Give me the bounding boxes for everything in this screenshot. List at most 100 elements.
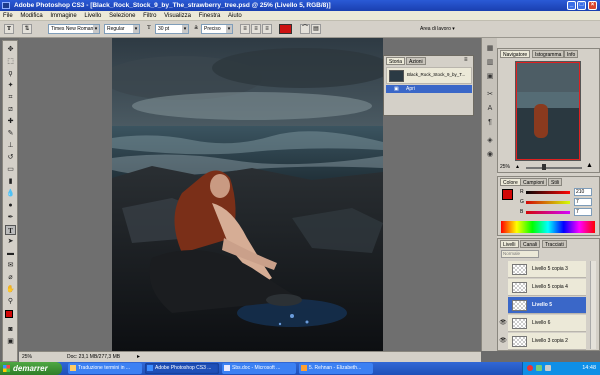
tab-colore[interactable]: Colore bbox=[500, 178, 521, 186]
slider-r[interactable] bbox=[526, 191, 570, 194]
menu-modifica[interactable]: Modifica bbox=[17, 11, 45, 21]
character-icon[interactable]: A bbox=[485, 104, 495, 114]
eye-icon[interactable]: 👁 bbox=[499, 333, 507, 350]
menu-filtro[interactable]: Filtro bbox=[140, 11, 159, 21]
dodge-tool-icon[interactable]: ● bbox=[5, 201, 16, 211]
blend-mode-select[interactable]: Normale bbox=[501, 250, 539, 258]
antialias-select[interactable]: Preciso ▾ bbox=[201, 24, 233, 34]
visibility-toggle[interactable] bbox=[499, 297, 507, 314]
tab-tracciati[interactable]: Tracciati bbox=[542, 240, 567, 248]
layer-comps-icon[interactable]: ▣ bbox=[485, 72, 495, 82]
task-photoshop[interactable]: Adobe Photoshop CS3 ... bbox=[145, 363, 219, 374]
actions-icon[interactable]: ✂ bbox=[485, 90, 495, 100]
character-panel-icon[interactable]: ▤ bbox=[311, 24, 321, 34]
magic-wand-tool-icon[interactable]: ✦ bbox=[5, 81, 16, 91]
navigator-view-box[interactable] bbox=[516, 62, 580, 160]
menu-immagine[interactable]: Immagine bbox=[47, 11, 79, 21]
hand-tool-icon[interactable]: ✋ bbox=[5, 285, 16, 295]
layer-row[interactable]: Livello 5 bbox=[508, 297, 586, 314]
gradient-tool-icon[interactable]: ▮ bbox=[5, 177, 16, 187]
text-orientation-icon[interactable]: ⇅ bbox=[22, 24, 32, 34]
crop-tool-icon[interactable]: ⌗ bbox=[5, 93, 16, 103]
lasso-tool-icon[interactable]: ϙ bbox=[5, 69, 16, 79]
tool-presets-icon[interactable]: ▥ bbox=[485, 58, 495, 68]
align-right-icon[interactable]: ≡ bbox=[262, 24, 272, 34]
menu-visualizza[interactable]: Visualizza bbox=[161, 11, 194, 21]
healing-brush-tool-icon[interactable]: ✚ bbox=[5, 117, 16, 127]
menu-livello[interactable]: Livello bbox=[81, 11, 104, 21]
tab-info[interactable]: Info bbox=[564, 50, 579, 58]
screen-mode-icon[interactable]: ▣ bbox=[5, 337, 16, 347]
brushes-icon[interactable]: ▦ bbox=[485, 44, 495, 54]
history-brush-tool-icon[interactable]: ↺ bbox=[5, 153, 16, 163]
foreground-color-swatch[interactable] bbox=[5, 310, 13, 318]
tab-navigatore[interactable]: Navigatore bbox=[500, 50, 531, 58]
font-size-select[interactable]: 30 pt ▾ bbox=[155, 24, 189, 34]
tab-stili[interactable]: Stili bbox=[548, 178, 563, 186]
input-b[interactable]: 7 bbox=[574, 208, 592, 216]
paragraph-icon[interactable]: ¶ bbox=[485, 118, 495, 128]
quick-mask-icon[interactable]: ◙ bbox=[5, 325, 16, 335]
task-word[interactable]: Sbs.doc - Microsoft ... bbox=[222, 363, 296, 374]
text-tool-preset-icon[interactable]: T bbox=[4, 24, 14, 34]
notes-tool-icon[interactable]: ✉ bbox=[5, 261, 16, 271]
input-r[interactable]: 210 bbox=[574, 188, 592, 196]
visibility-toggle[interactable] bbox=[499, 279, 507, 296]
tab-campioni[interactable]: Campioni bbox=[520, 178, 548, 186]
history-snapshot[interactable]: Black_Rock_Stock_9_by_T... bbox=[386, 67, 472, 84]
navigator-thumbnail[interactable] bbox=[515, 61, 581, 161]
tray-antivirus-icon[interactable] bbox=[527, 365, 533, 371]
eye-icon[interactable]: 👁 bbox=[499, 315, 507, 332]
tray-network-icon[interactable] bbox=[536, 365, 542, 371]
document-canvas[interactable] bbox=[112, 38, 383, 351]
task-traduzione[interactable]: Traduzione termini in ... bbox=[68, 363, 142, 374]
layer-row[interactable]: Livello 3 copia 2 bbox=[508, 333, 586, 350]
align-center-icon[interactable]: ≡ bbox=[251, 24, 261, 34]
workspace-menu[interactable]: Area di lavoro ▾ bbox=[420, 25, 455, 34]
layer-row[interactable]: Livello 5 copia 4 bbox=[508, 279, 586, 296]
history-step-open[interactable]: ▣ Apri bbox=[386, 85, 472, 93]
navigator-zoom-value[interactable]: 25% bbox=[500, 164, 510, 170]
menu-finestra[interactable]: Finestra bbox=[196, 11, 224, 21]
color-foreground-swatch[interactable] bbox=[502, 189, 513, 200]
zoom-slider[interactable] bbox=[526, 167, 582, 169]
text-color-swatch[interactable] bbox=[279, 24, 292, 34]
pen-tool-icon[interactable]: ✒ bbox=[5, 213, 16, 223]
minimize-button[interactable]: _ bbox=[567, 1, 576, 10]
zoom-slider-handle[interactable] bbox=[542, 164, 546, 170]
status-zoom[interactable]: 25% bbox=[22, 352, 32, 362]
status-arrow-icon[interactable]: ▸ bbox=[137, 352, 140, 362]
clock[interactable]: 14:48 bbox=[582, 365, 596, 371]
start-button[interactable]: demarrer bbox=[0, 362, 62, 375]
zoom-in-icon[interactable]: ▲ bbox=[586, 162, 593, 169]
tab-storia[interactable]: Storia bbox=[386, 57, 406, 65]
menu-file[interactable]: File bbox=[0, 11, 16, 21]
tab-livelli[interactable]: Livelli bbox=[500, 240, 519, 248]
task-media[interactable]: 5. Rehnan - Elizabeth... bbox=[299, 363, 373, 374]
font-family-select[interactable]: Times New Roman ▾ bbox=[48, 24, 100, 34]
clone-stamp-tool-icon[interactable]: ⊥ bbox=[5, 141, 16, 151]
move-tool-icon[interactable]: ✥ bbox=[5, 45, 16, 55]
warp-text-icon[interactable]: ⌒ bbox=[300, 24, 310, 34]
zoom-out-icon[interactable]: ▴ bbox=[516, 163, 519, 170]
eraser-tool-icon[interactable]: ▭ bbox=[5, 165, 16, 175]
tab-azioni[interactable]: Azioni bbox=[406, 57, 426, 65]
input-g[interactable]: 7 bbox=[574, 198, 592, 206]
info-icon[interactable]: ◉ bbox=[485, 150, 495, 160]
slider-b[interactable] bbox=[526, 211, 570, 214]
slice-tool-icon[interactable]: ⧄ bbox=[5, 105, 16, 115]
font-style-select[interactable]: Regular ▾ bbox=[104, 24, 140, 34]
marquee-tool-icon[interactable]: ⬚ bbox=[5, 57, 16, 67]
type-tool-icon[interactable]: T bbox=[5, 225, 16, 235]
maximize-button[interactable]: □ bbox=[577, 1, 586, 10]
panel-menu-icon[interactable]: ≡ bbox=[464, 57, 468, 63]
blur-tool-icon[interactable]: 💧 bbox=[5, 189, 16, 199]
tab-istogramma[interactable]: Istogramma bbox=[532, 50, 565, 58]
layers-scrollbar[interactable] bbox=[590, 261, 596, 349]
clone-source-icon[interactable]: ◈ bbox=[485, 136, 495, 146]
menu-aiuto[interactable]: Aiuto bbox=[225, 11, 245, 21]
path-selection-tool-icon[interactable]: ➤ bbox=[5, 237, 16, 247]
align-left-icon[interactable]: ≡ bbox=[240, 24, 250, 34]
visibility-toggle[interactable] bbox=[499, 261, 507, 278]
layer-row[interactable]: Livello 5 copia 3 bbox=[508, 261, 586, 278]
